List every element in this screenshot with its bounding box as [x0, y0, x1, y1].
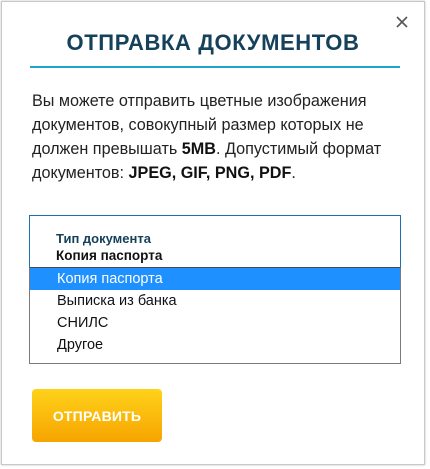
- allowed-formats-text: JPEG, GIF, PNG, PDF: [128, 164, 292, 182]
- option-bank-statement[interactable]: Выписка из банка: [30, 290, 400, 312]
- document-type-value: Копия паспорта: [56, 248, 163, 263]
- option-passport-copy[interactable]: Копия паспорта: [30, 268, 400, 290]
- option-other[interactable]: Другое: [30, 334, 400, 356]
- document-type-dropdown: Копия паспорта Выписка из банка СНИЛС Др…: [29, 267, 401, 364]
- document-type-select[interactable]: Тип документа Копия паспорта: [29, 215, 401, 267]
- instructions-text-3: .: [291, 164, 296, 182]
- option-snils[interactable]: СНИЛС: [30, 312, 400, 334]
- max-size-text: 5MB: [181, 140, 216, 158]
- title-divider: [30, 66, 400, 68]
- upload-instructions: Вы можете отправить цветные изображения …: [32, 89, 404, 185]
- document-type-label: Тип документа: [56, 231, 151, 246]
- upload-documents-dialog: ОТПРАВКА ДОКУМЕНТОВ Вы можете отправить …: [1, 1, 425, 465]
- submit-button[interactable]: ОТПРАВИТЬ: [32, 389, 162, 442]
- close-icon[interactable]: [394, 14, 410, 30]
- dialog-title: ОТПРАВКА ДОКУМЕНТОВ: [66, 30, 360, 55]
